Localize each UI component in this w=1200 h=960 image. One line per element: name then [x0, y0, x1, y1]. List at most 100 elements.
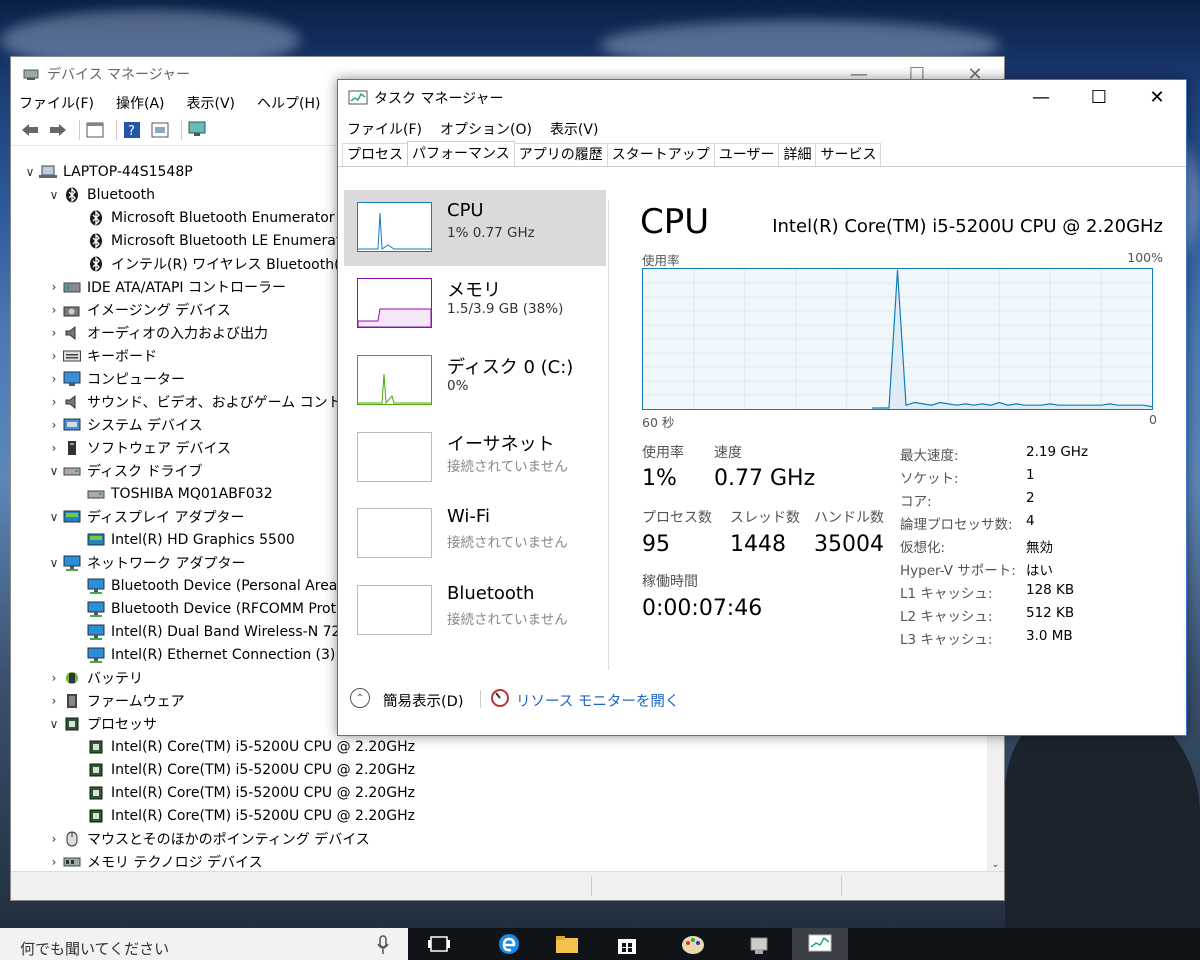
back-arrow-icon[interactable] [19, 119, 41, 141]
tree-label: Intel(R) Core(TM) i5-5200U CPU @ 2.20GHz [111, 807, 415, 824]
tree-category[interactable]: › メモリ テクノロジ デバイス [11, 850, 991, 871]
tm-maximize-button[interactable]: ☐ [1070, 80, 1128, 114]
tm-menu-file[interactable]: ファイル(F) [347, 119, 422, 139]
graph-max-label: 100% [1127, 250, 1163, 265]
open-resource-monitor-link[interactable]: リソース モニターを開く [516, 690, 679, 711]
tm-minimize-button[interactable]: — [1012, 80, 1070, 114]
menu-help[interactable]: ヘルプ(H) [257, 93, 320, 113]
tm-menu-options[interactable]: オプション(O) [440, 119, 532, 139]
usage-stat-value: 1% [642, 466, 677, 491]
tree-category[interactable]: › マウスとそのほかのポインティング デバイス [11, 827, 991, 850]
collapsed-chevron-icon[interactable]: › [45, 671, 63, 685]
processes-stat-label: プロセス数 [642, 510, 712, 526]
collapse-chevron-icon[interactable]: ⌃ [350, 688, 370, 708]
task-view-icon[interactable] [414, 928, 464, 960]
cpu-usage-graph [642, 268, 1153, 410]
paint-icon[interactable] [668, 928, 718, 960]
collapsed-chevron-icon[interactable]: › [45, 418, 63, 432]
resource-summary: 接続されていません [447, 612, 568, 628]
expanded-chevron-icon[interactable]: ∨ [45, 188, 63, 202]
resource-item[interactable]: Bluetooth 接続されていません [344, 573, 606, 649]
tree-device[interactable]: Intel(R) Core(TM) i5-5200U CPU @ 2.20GHz [11, 735, 991, 758]
tab-processes[interactable]: プロセス [342, 143, 408, 166]
expanded-chevron-icon[interactable]: ∨ [45, 556, 63, 570]
tree-label: Bluetooth [87, 186, 155, 203]
graph-time-span-label: 60 秒 [642, 415, 675, 430]
cpu-detail-panel: CPU Intel(R) Core(TM) i5-5200U CPU @ 2.2… [638, 190, 1163, 680]
help-icon[interactable]: ? [121, 119, 143, 141]
collapsed-chevron-icon[interactable]: › [45, 326, 63, 340]
tab-users[interactable]: ユーザー [713, 143, 780, 166]
expanded-chevron-icon[interactable]: ∨ [45, 464, 63, 478]
properties-icon[interactable] [84, 119, 106, 141]
tab-app-history[interactable]: アプリの履歴 [513, 143, 608, 166]
collapsed-chevron-icon[interactable]: › [45, 349, 63, 363]
tab-startup[interactable]: スタートアップ [606, 143, 715, 166]
update-driver-icon[interactable] [149, 119, 171, 141]
edge-browser-icon[interactable] [484, 928, 534, 960]
collapsed-chevron-icon[interactable]: › [45, 441, 63, 455]
processor-icon [87, 762, 105, 778]
tm-close-button[interactable]: ✕ [1128, 80, 1186, 114]
processor-icon [87, 785, 105, 801]
spec-label: L3 キャッシュ: [900, 632, 993, 648]
menu-action[interactable]: 操作(A) [116, 93, 165, 113]
processor-icon [63, 716, 81, 732]
tree-device[interactable]: Intel(R) Core(TM) i5-5200U CPU @ 2.20GHz [11, 781, 991, 804]
tab-services[interactable]: サービス [815, 143, 882, 166]
scroll-down-arrow[interactable]: ⌄ [987, 859, 1004, 870]
collapsed-chevron-icon[interactable]: › [45, 280, 63, 294]
microphone-icon[interactable] [376, 934, 390, 956]
processes-stat-value: 95 [642, 532, 670, 557]
menu-file[interactable]: ファイル(F) [19, 93, 94, 113]
network-adapter-icon [87, 578, 105, 594]
tree-device[interactable]: Intel(R) Core(TM) i5-5200U CPU @ 2.20GHz [11, 758, 991, 781]
resource-item[interactable]: イーサネット 接続されていません [344, 420, 606, 496]
expanded-chevron-icon[interactable]: ∨ [45, 717, 63, 731]
spec-value: 2 [1026, 490, 1035, 506]
expanded-chevron-icon[interactable]: ∨ [21, 165, 39, 179]
tab-details[interactable]: 詳細 [778, 143, 817, 166]
task-manager-app-icon [348, 90, 368, 105]
task-manager-taskbar-icon[interactable] [792, 928, 848, 960]
tm-menu-view[interactable]: 表示(V) [550, 119, 599, 139]
system-device-icon [63, 417, 81, 433]
device-manager-taskbar-icon[interactable] [734, 928, 784, 960]
task-manager-titlebar: タスク マネージャー — ☐ ✕ [338, 80, 1186, 116]
expanded-chevron-icon[interactable]: ∨ [45, 510, 63, 524]
taskbar: 何でも聞いてください [0, 928, 1200, 960]
tab-performance[interactable]: パフォーマンス [407, 141, 515, 166]
store-icon[interactable] [602, 928, 652, 960]
display-adapter-icon [63, 509, 81, 525]
menu-view[interactable]: 表示(V) [187, 93, 236, 113]
tree-device[interactable]: Intel(R) Core(TM) i5-5200U CPU @ 2.20GHz [11, 804, 991, 827]
resource-item[interactable]: Wi-Fi 接続されていません [344, 496, 606, 572]
resource-name: Bluetooth [447, 583, 535, 604]
display-adapter-icon [87, 532, 105, 548]
resource-name: CPU [447, 200, 484, 221]
tree-label: ディスク ドライブ [87, 463, 203, 480]
resource-item[interactable]: メモリ 1.5/3.9 GB (38%) [344, 266, 606, 342]
resource-name: Wi-Fi [447, 506, 490, 527]
collapsed-chevron-icon[interactable]: › [45, 372, 63, 386]
forward-arrow-icon[interactable] [47, 119, 69, 141]
device-manager-app-icon [23, 69, 39, 80]
resource-item[interactable]: ディスク 0 (C:) 0% [344, 343, 606, 419]
collapsed-chevron-icon[interactable]: › [45, 832, 63, 846]
collapsed-chevron-icon[interactable]: › [45, 855, 63, 869]
threads-stat-label: スレッド数 [730, 510, 800, 526]
cortana-search-box[interactable]: 何でも聞いてください [0, 928, 408, 960]
resource-item[interactable]: CPU 1% 0.77 GHz [344, 190, 606, 266]
collapsed-chevron-icon[interactable]: › [45, 395, 63, 409]
cpu-model-name: Intel(R) Core(TM) i5-5200U CPU @ 2.20GHz [772, 216, 1163, 237]
spec-label: 仮想化: [900, 540, 946, 556]
collapsed-chevron-icon[interactable]: › [45, 694, 63, 708]
collapsed-chevron-icon[interactable]: › [45, 303, 63, 317]
battery-icon [63, 670, 81, 686]
file-explorer-icon[interactable] [542, 928, 592, 960]
network-adapter-icon [63, 555, 81, 571]
resource-monitor-icon[interactable] [490, 688, 510, 708]
fewer-details-button[interactable]: 簡易表示(D) [383, 690, 463, 711]
software-device-icon [63, 440, 81, 456]
scan-hardware-icon[interactable] [186, 119, 208, 141]
